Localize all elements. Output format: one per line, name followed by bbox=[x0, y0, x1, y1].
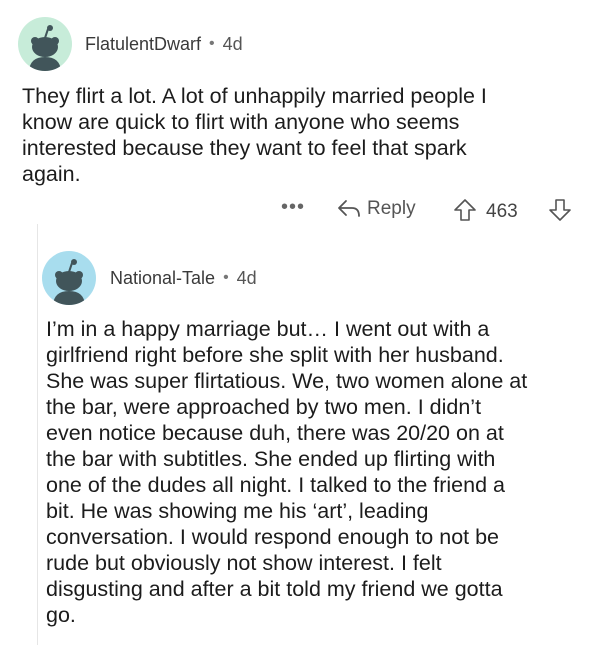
more-options-button[interactable]: ••• bbox=[281, 196, 305, 219]
separator-dot: • bbox=[223, 269, 229, 286]
reply-icon bbox=[338, 200, 360, 217]
comment-meta: FlatulentDwarf • 4d bbox=[85, 34, 243, 55]
downvote-arrow-icon bbox=[549, 199, 571, 221]
snoo-avatar-icon bbox=[53, 259, 85, 305]
comment-header: FlatulentDwarf • 4d bbox=[18, 16, 243, 72]
comment-header: National-Tale • 4d bbox=[42, 250, 257, 306]
downvote-button[interactable] bbox=[548, 198, 572, 228]
reply-button[interactable]: Reply bbox=[337, 198, 416, 220]
snoo-avatar-icon bbox=[29, 25, 61, 71]
comment-meta: National-Tale • 4d bbox=[110, 268, 257, 289]
username[interactable]: FlatulentDwarf bbox=[85, 34, 201, 55]
comment-body: They flirt a lot. A lot of unhappily mar… bbox=[22, 84, 487, 186]
upvote-arrow-icon bbox=[454, 199, 476, 221]
avatar[interactable] bbox=[42, 251, 96, 305]
username[interactable]: National-Tale bbox=[110, 268, 215, 289]
comment-age: 4d bbox=[236, 267, 257, 288]
avatar[interactable] bbox=[18, 17, 72, 71]
comment-age: 4d bbox=[222, 33, 243, 54]
separator-dot: • bbox=[209, 35, 215, 52]
reply-label: Reply bbox=[367, 198, 416, 219]
thread-line[interactable] bbox=[37, 224, 38, 645]
vote-score: 463 bbox=[486, 201, 518, 222]
comment-actions: ••• Reply 463 bbox=[0, 196, 599, 226]
comment-body: I’m in a happy marriage but… I went out … bbox=[46, 317, 528, 627]
upvote-button[interactable] bbox=[453, 198, 477, 228]
